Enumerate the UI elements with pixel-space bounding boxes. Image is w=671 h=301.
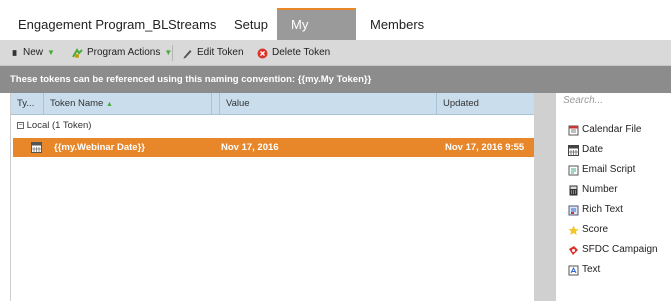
delete-icon [257,48,268,58]
number-icon [569,185,578,195]
column-header-value[interactable]: Value [220,93,437,115]
info-strip: These tokens can be referenced using thi… [0,66,671,93]
token-type-label: Text [582,264,601,275]
panel-gutter [534,93,556,301]
delete-token-button[interactable]: Delete Token [257,40,330,66]
collapse-icon[interactable]: − [17,121,24,129]
tab-my-tokens[interactable]: My Tokens [277,8,356,62]
group-label: Local (1 Token) [26,120,92,131]
token-type-number[interactable]: Number [568,183,618,197]
program-actions-icon [72,47,83,58]
calendar-file-icon [568,125,579,135]
program-actions-label: Program Actions [87,47,161,58]
naming-convention-text: These tokens can be referenced using thi… [10,74,372,85]
text-icon [568,265,579,275]
email-script-icon [568,165,579,175]
column-header-type[interactable]: Ty... [11,93,44,115]
token-type-text[interactable]: Text [568,263,600,277]
edit-token-button[interactable]: Edit Token [182,40,244,66]
search-input[interactable]: Search... [560,93,671,111]
tab-bar: Engagement Program_BL Streams Setup My T… [0,8,671,62]
grid-header: Ty... Token Name ▲ Value Updated [11,93,535,115]
tab-setup[interactable]: Setup [220,10,282,40]
token-type-calendar-file[interactable]: Calendar File [568,123,641,137]
token-type-rich-text[interactable]: Rich Text [568,203,623,217]
column-divider [211,93,212,115]
program-actions-button[interactable]: Program Actions ▼ [72,40,172,66]
edit-token-label: Edit Token [197,47,244,58]
token-type-label: Calendar File [582,124,642,135]
delete-token-label: Delete Token [272,47,331,58]
token-type-date[interactable]: Date [568,143,603,157]
token-type-sfdc-campaign[interactable]: SFDC Campaign [568,243,658,257]
toolbar: New ▼ Program Actions ▼ Edit Token Delet… [0,40,671,66]
token-type-label: Rich Text [582,204,623,215]
token-updated-cell: Nov 17, 2016 9:55 AM [445,142,525,172]
tab-members[interactable]: Members [356,10,438,40]
table-row[interactable]: {{my.Webinar Date}} Nov 17, 2016 Nov 17,… [13,138,535,172]
token-name-cell: {{my.Webinar Date}} [54,142,145,153]
chevron-down-icon: ▼ [47,48,55,57]
group-row-local[interactable]: − Local (1 Token) [11,115,535,137]
token-name-header-label: Token Name [50,98,104,109]
new-button[interactable]: New ▼ [12,40,55,66]
token-type-email-script[interactable]: Email Script [568,163,635,177]
toolbar-divider [172,45,173,61]
rich-text-icon [568,205,579,215]
column-header-updated[interactable]: Updated [437,93,535,115]
token-type-label: Email Script [582,164,636,175]
pencil-icon [183,49,192,58]
sfdc-campaign-icon [569,245,578,255]
score-icon [568,225,579,235]
tokens-grid: Ty... Token Name ▲ Value Updated − Local… [10,93,535,301]
new-icon [12,50,17,56]
token-type-label: Number [582,184,618,195]
sort-asc-icon: ▲ [105,101,113,108]
token-types-sidebar: Search... Calendar File Date Email Scrip… [556,93,671,301]
token-type-label: Date [582,144,604,155]
token-type-label: SFDC Campaign [582,244,658,255]
date-icon [568,144,579,156]
token-type-score[interactable]: Score [568,223,608,237]
date-icon [31,142,42,153]
tab-streams[interactable]: Streams [154,10,230,40]
column-header-token-name[interactable]: Token Name ▲ [44,93,220,115]
token-value-cell: Nov 17, 2016 [221,142,279,153]
token-type-label: Score [582,224,609,235]
new-label: New [23,47,44,58]
